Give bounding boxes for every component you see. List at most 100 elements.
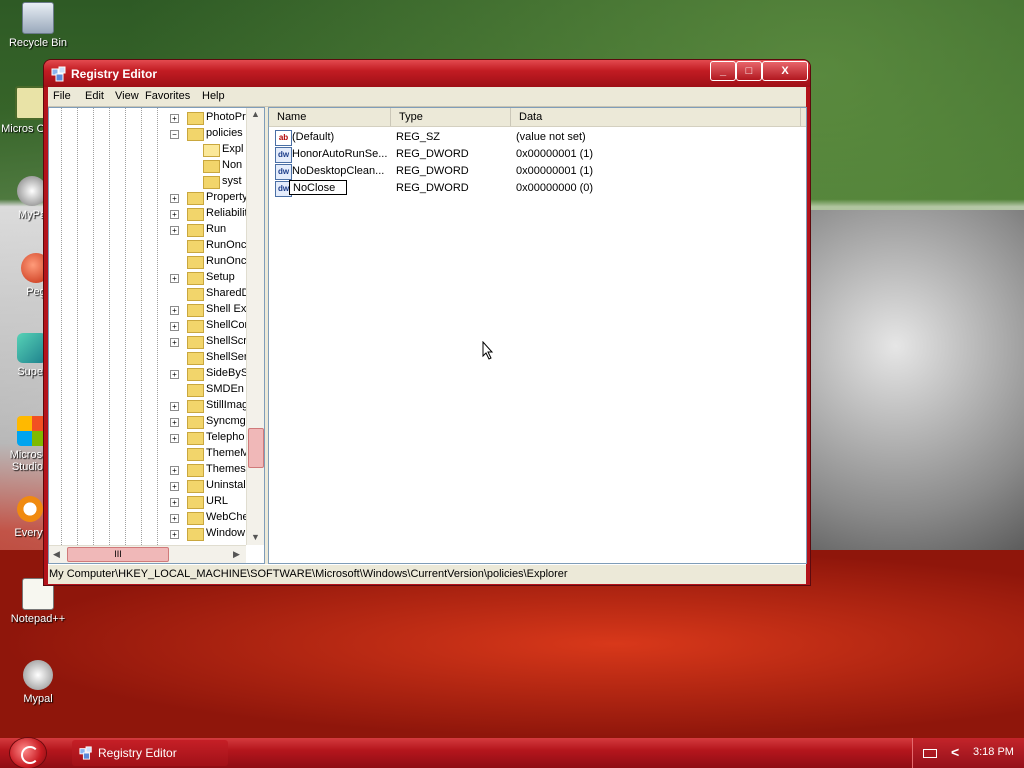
mypal-icon [23, 660, 53, 690]
scroll-down-arrow-icon[interactable]: ▼ [251, 532, 260, 542]
minimize-button[interactable]: _ [710, 61, 736, 81]
folder-icon [187, 448, 204, 461]
window-title: Registry Editor [71, 67, 158, 81]
value-name: (Default) [292, 131, 335, 143]
everything-icon [15, 494, 45, 524]
folder-open-icon [203, 144, 220, 157]
menu-help[interactable]: Help [202, 90, 225, 102]
expand-icon[interactable]: + [170, 306, 179, 315]
expand-icon[interactable]: + [170, 194, 179, 203]
taskbar-button-registry-editor[interactable]: Registry Editor [72, 740, 228, 766]
registry-editor-icon [51, 66, 66, 82]
scroll-left-arrow-icon[interactable]: ◀ [53, 549, 60, 560]
clock[interactable]: 3:18 PM [973, 746, 1014, 758]
menu-view[interactable]: View [115, 90, 139, 102]
close-icon: X [781, 65, 789, 77]
desktop-icon-label: Mypal [23, 693, 53, 705]
tree-hscroll-thumb[interactable]: III [67, 547, 169, 562]
folder-icon [187, 480, 204, 493]
start-button[interactable] [10, 738, 46, 768]
tree-guide-line [61, 108, 62, 545]
show-hidden-icons-chevron-icon[interactable]: < [951, 744, 959, 760]
folder-icon [187, 272, 204, 285]
folder-icon [187, 352, 204, 365]
list-header: Name Type Data [269, 108, 806, 127]
desktop-icon-mypal[interactable]: Mypal [0, 660, 76, 705]
folder-icon [187, 240, 204, 253]
value-data: (value not set) [516, 131, 586, 143]
folder-icon [187, 416, 204, 429]
folder-icon [187, 432, 204, 445]
rename-value-input[interactable] [289, 180, 347, 195]
collapse-icon[interactable]: − [170, 130, 179, 139]
expand-icon[interactable]: + [170, 514, 179, 523]
expand-icon[interactable]: + [170, 114, 179, 123]
tree-vertical-scrollbar[interactable]: ▲ ▼ [246, 108, 264, 545]
expand-icon[interactable]: + [170, 498, 179, 507]
expand-icon[interactable]: + [170, 226, 179, 235]
maximize-button[interactable]: □ [736, 61, 762, 81]
column-header-name[interactable]: Name [269, 108, 391, 126]
super-icon [17, 333, 47, 363]
tree-horizontal-scrollbar[interactable]: ◀ III ▶ [49, 545, 246, 563]
tree-guide-line [109, 108, 110, 545]
menu-edit[interactable]: Edit [85, 90, 104, 102]
list-row-editing[interactable]: dw REG_DWORD 0x00000000 (0) [273, 180, 798, 197]
value-name: NoDesktopClean... [292, 165, 385, 177]
registry-editor-icon [79, 746, 92, 760]
folder-icon [187, 400, 204, 413]
column-header-type[interactable]: Type [391, 108, 511, 126]
dword-value-icon: dw [275, 164, 292, 180]
menu-file[interactable]: File [53, 90, 71, 102]
close-button[interactable]: X [762, 61, 808, 81]
value-type: REG_DWORD [396, 182, 469, 194]
expand-icon[interactable]: + [170, 402, 179, 411]
expand-icon[interactable]: + [170, 530, 179, 539]
menu-favorites[interactable]: Favorites [145, 90, 190, 102]
registry-editor-window: Registry Editor _ □ X File Edit View Fav… [44, 60, 810, 585]
visual-studio-icon [17, 416, 47, 446]
column-header-data[interactable]: Data [511, 108, 801, 126]
title-bar[interactable]: Registry Editor _ □ X [44, 60, 810, 87]
folder-icon [187, 208, 204, 221]
tree-vscroll-thumb[interactable] [248, 428, 264, 468]
expand-icon[interactable]: + [170, 338, 179, 347]
value-name: HonorAutoRunSe... [292, 148, 388, 160]
list-row[interactable]: dw HonorAutoRunSe... REG_DWORD 0x0000000… [273, 146, 798, 163]
scroll-right-arrow-icon[interactable]: ▶ [233, 549, 240, 560]
expand-icon[interactable]: + [170, 322, 179, 331]
expand-icon[interactable]: + [170, 418, 179, 427]
keyboard-icon[interactable] [923, 749, 937, 758]
tree-guide-line [93, 108, 94, 545]
status-bar: My Computer\HKEY_LOCAL_MACHINE\SOFTWARE\… [48, 564, 806, 584]
crescent-icon [21, 746, 39, 764]
folder-icon [187, 256, 204, 269]
folder-icon [187, 112, 204, 125]
scroll-up-arrow-icon[interactable]: ▲ [251, 109, 260, 119]
mouse-pointer-icon [482, 341, 494, 360]
folder-icon [187, 368, 204, 381]
expand-icon[interactable]: + [170, 370, 179, 379]
taskbar-button-label: Registry Editor [98, 746, 177, 760]
expand-icon[interactable]: + [170, 274, 179, 283]
expand-icon[interactable]: + [170, 466, 179, 475]
folder-icon [203, 176, 220, 189]
minimize-icon: _ [719, 65, 727, 77]
desktop-icon-notepadpp[interactable]: Notepad++ [0, 578, 76, 625]
wallpaper-white [810, 210, 1024, 550]
folder-icon [187, 224, 204, 237]
list-row[interactable]: dw NoDesktopClean... REG_DWORD 0x0000000… [273, 163, 798, 180]
expand-icon[interactable]: + [170, 210, 179, 219]
tree-guide-line [141, 108, 142, 545]
folder-icon [187, 512, 204, 525]
desktop-icon-recycle-bin[interactable]: Recycle Bin [0, 2, 76, 49]
tree-guide-line [157, 108, 158, 545]
status-path: My Computer\HKEY_LOCAL_MACHINE\SOFTWARE\… [49, 568, 568, 580]
registry-tree[interactable]: + PhotoPr − policies Expl Non syst + Property + Re… [48, 107, 265, 564]
list-row[interactable]: ab (Default) REG_SZ (value not set) [273, 129, 798, 146]
tree-guide-line [125, 108, 126, 545]
expand-icon[interactable]: + [170, 482, 179, 491]
expand-icon[interactable]: + [170, 434, 179, 443]
tree-guide-line [77, 108, 78, 545]
registry-values-list[interactable]: Name Type Data ab (Default) REG_SZ (valu… [268, 107, 807, 564]
